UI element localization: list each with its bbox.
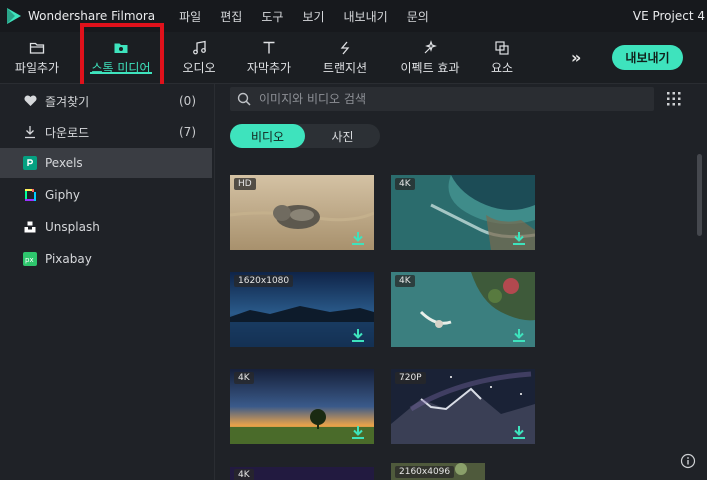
info-icon[interactable] <box>680 453 696 469</box>
menu-help[interactable]: 문의 <box>407 8 429 25</box>
search-icon <box>237 92 251 106</box>
sidebar: 즐겨찾기 (0) 다운로드 (7) Pexels Giphy Unsplash … <box>0 84 215 480</box>
resolution-badge: 1620x1080 <box>234 275 294 287</box>
menu-export[interactable]: 내보내기 <box>344 8 388 25</box>
resolution-badge: 2160x4096 <box>395 466 455 478</box>
menu-view[interactable]: 보기 <box>302 8 324 25</box>
media-panel: 비디오 사진 HD 4K 16 <box>216 84 707 480</box>
grid-view-icon[interactable] <box>667 92 681 106</box>
tab-transitions[interactable]: 트랜지션 <box>312 32 378 84</box>
search-input[interactable] <box>259 92 639 106</box>
download-icon[interactable] <box>351 425 365 439</box>
sidebar-item-label: Unsplash <box>45 220 100 234</box>
heart-icon <box>23 94 37 108</box>
resolution-badge: 4K <box>395 178 415 190</box>
export-button[interactable]: 내보내기 <box>612 45 683 70</box>
tab-elements[interactable]: 요소 <box>480 32 524 84</box>
tab-label: 오디오 <box>182 61 216 75</box>
tab-label: 이펙트 효과 <box>400 61 460 75</box>
downloads-count: (7) <box>179 125 196 139</box>
tab-label: 요소 <box>490 61 514 75</box>
pexels-icon <box>23 156 37 170</box>
media-thumbnail-seal[interactable]: HD <box>230 175 374 250</box>
download-icon[interactable] <box>351 231 365 245</box>
video-tab[interactable]: 비디오 <box>230 124 305 148</box>
music-note-icon <box>193 40 206 55</box>
download-icon[interactable] <box>512 425 526 439</box>
menu-bar: 파일 편집 도구 보기 내보내기 문의 <box>179 8 429 25</box>
sidebar-item-label: 다운로드 <box>45 125 90 140</box>
download-icon <box>23 125 37 139</box>
resolution-badge: 4K <box>395 275 415 287</box>
tab-titles[interactable]: 자막추가 <box>238 32 300 84</box>
tab-import[interactable]: 파일추가 <box>6 32 68 84</box>
download-icon[interactable] <box>512 328 526 342</box>
media-thumbnail-aerial-shore[interactable]: 4K <box>391 272 535 347</box>
text-icon <box>263 41 275 54</box>
tab-label: 파일추가 <box>14 61 60 75</box>
tab-label: 자막추가 <box>246 61 292 75</box>
download-icon[interactable] <box>351 328 365 342</box>
menu-file[interactable]: 파일 <box>179 8 201 25</box>
unsplash-icon <box>23 220 37 234</box>
photo-tab[interactable]: 사진 <box>305 124 380 148</box>
sidebar-item-label: Pixabay <box>45 252 92 266</box>
media-thumbnail-partial-left[interactable]: 4K <box>230 466 374 480</box>
download-icon[interactable] <box>512 231 526 245</box>
search-box <box>230 87 654 111</box>
media-thumbnail-sunset-tree[interactable]: 4K <box>230 369 374 444</box>
sidebar-item-pexels[interactable]: Pexels <box>0 148 212 178</box>
sidebar-item-unsplash[interactable]: Unsplash <box>0 212 212 242</box>
filmora-logo-icon <box>7 8 21 24</box>
media-scrollbar[interactable] <box>697 154 702 236</box>
effects-icon <box>424 40 437 54</box>
resolution-badge: 4K <box>234 469 254 480</box>
resolution-badge: HD <box>234 178 256 190</box>
pixabay-icon: px <box>23 252 37 266</box>
sidebar-item-downloads[interactable]: 다운로드 (7) <box>0 117 212 147</box>
favorites-count: (0) <box>179 94 196 108</box>
sidebar-item-favorites[interactable]: 즐겨찾기 (0) <box>0 86 212 116</box>
tab-audio[interactable]: 오디오 <box>172 32 226 84</box>
sidebar-item-label: 즐겨찾기 <box>45 94 90 109</box>
resolution-badge: 4K <box>234 372 254 384</box>
resolution-badge: 720P <box>395 372 426 384</box>
highlight-box <box>80 23 164 89</box>
media-thumbnail-starry-mountain[interactable]: 720P <box>391 369 535 444</box>
menu-tools[interactable]: 도구 <box>261 8 283 25</box>
transition-icon <box>340 41 350 55</box>
sidebar-item-label: Giphy <box>45 188 80 202</box>
project-name: VE Project 4 <box>632 9 705 23</box>
media-thumbnail-coast[interactable]: 4K <box>391 175 535 250</box>
sidebar-item-label: Pexels <box>45 156 83 170</box>
elements-icon <box>495 41 509 55</box>
app-name: Wondershare Filmora <box>28 9 156 23</box>
media-thumbnail-partial-right[interactable]: 2160x4096 <box>391 463 485 480</box>
folder-icon <box>29 42 45 54</box>
media-thumbnail-night-lake[interactable]: 1620x1080 <box>230 272 374 347</box>
menu-edit[interactable]: 편집 <box>220 8 242 25</box>
tab-label: 트랜지션 <box>322 61 368 75</box>
sidebar-item-giphy[interactable]: Giphy <box>0 180 212 210</box>
svg-text:px: px <box>25 256 34 264</box>
giphy-icon <box>23 188 37 202</box>
media-type-toggle: 비디오 사진 <box>230 124 380 148</box>
tab-effects[interactable]: 이펙트 효과 <box>392 32 468 84</box>
double-chevron-right-icon[interactable]: » <box>571 48 581 67</box>
sidebar-item-pixabay[interactable]: px Pixabay <box>0 244 212 274</box>
